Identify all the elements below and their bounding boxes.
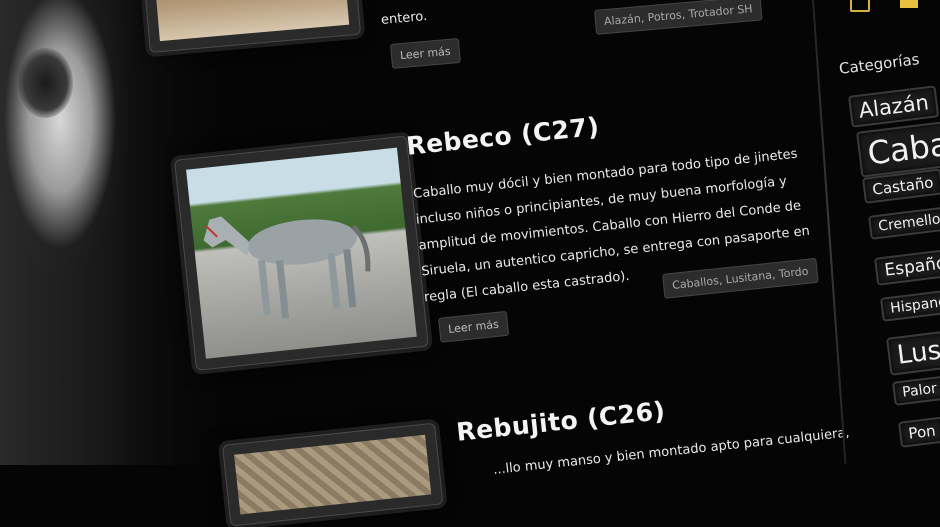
category-tag[interactable]: Cremello (868, 206, 940, 240)
category-tag[interactable]: Pon (898, 416, 940, 448)
rss-icon[interactable] (900, 0, 918, 8)
post-excerpt: entero. (380, 8, 428, 28)
read-more-button[interactable]: Leer más (438, 310, 509, 343)
post-thumbnail[interactable] (174, 135, 429, 371)
horse-figure (203, 216, 371, 319)
post-title[interactable]: Rebujito (C26) (455, 396, 667, 447)
category-tag[interactable]: Lus (886, 330, 940, 376)
horse-photo (186, 147, 417, 359)
category-tag[interactable]: Caball (856, 117, 940, 178)
post-tags[interactable]: Alazán, Potros, Trotador SH (594, 0, 763, 35)
category-tag[interactable]: Hispano (880, 288, 940, 322)
lock-icon[interactable] (850, 0, 870, 12)
categories-heading: Categorías (838, 50, 921, 78)
post-title[interactable]: Rebeco (C27) (405, 112, 601, 161)
horse-nostril (18, 48, 73, 118)
category-tag[interactable]: Alazán (848, 85, 940, 128)
read-more-button[interactable]: Leer más (390, 38, 461, 69)
category-tag[interactable]: Palor (892, 375, 940, 406)
category-tag[interactable]: Españo (874, 248, 940, 286)
